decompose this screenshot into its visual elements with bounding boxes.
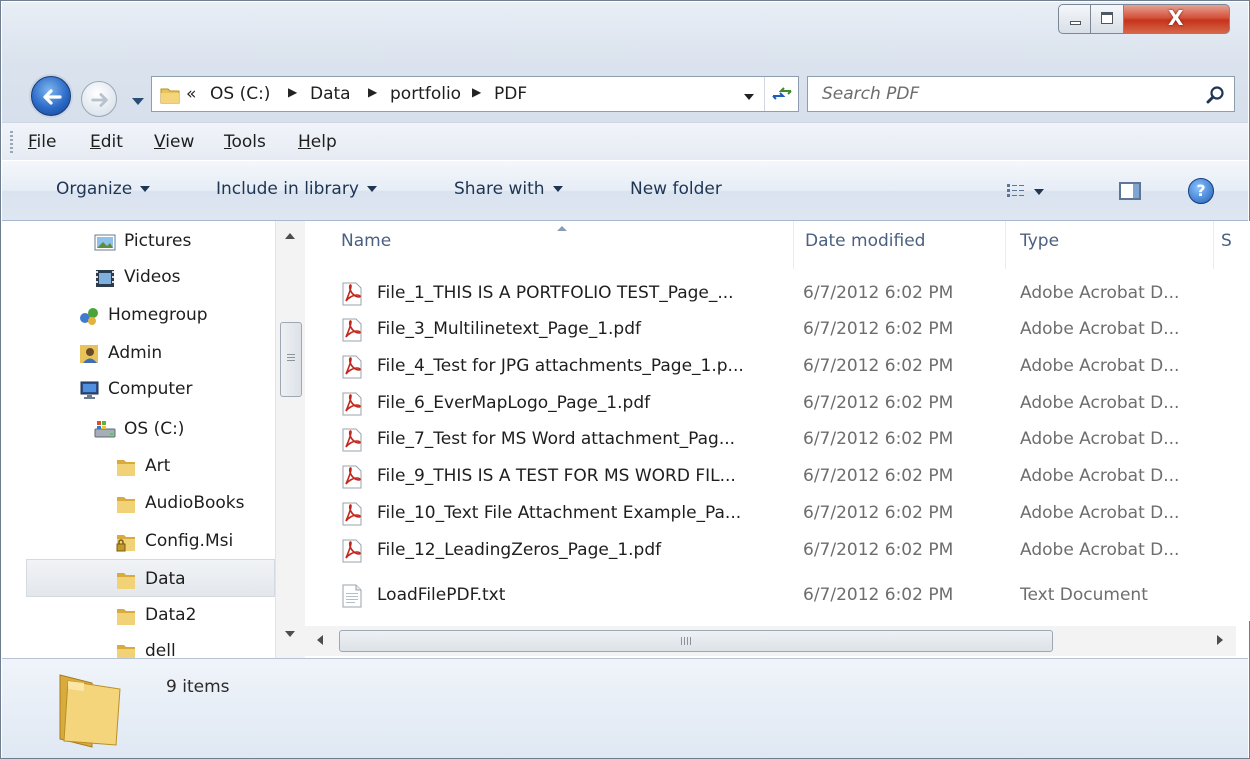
details-pane: 9 items xyxy=(2,658,1248,758)
minimize-icon xyxy=(1070,21,1081,25)
search-icon[interactable] xyxy=(1206,85,1226,105)
preview-pane-icon[interactable] xyxy=(1119,182,1141,200)
navigation-pane: Pictures Videos Homegroup Admin Computer… xyxy=(2,221,305,658)
file-row[interactable]: File_1_THIS IS A PORTFOLIO TEST_Page_...… xyxy=(305,275,1250,311)
refresh-icon xyxy=(772,87,792,100)
breadcrumb-separator-icon[interactable]: ▶ xyxy=(368,85,377,99)
drive-icon xyxy=(94,421,116,438)
pdf-icon xyxy=(342,428,362,452)
include-in-library-button[interactable]: Include in library xyxy=(216,179,377,199)
user-icon xyxy=(80,345,98,363)
pdf-icon xyxy=(342,392,362,416)
dropdown-caret-icon xyxy=(366,186,377,192)
maximize-icon xyxy=(1101,12,1113,24)
pdf-icon xyxy=(342,539,362,563)
breadcrumb-separator-icon[interactable]: ▶ xyxy=(472,85,481,99)
pdf-icon xyxy=(342,355,362,379)
scroll-right-arrow-icon[interactable] xyxy=(1217,635,1223,645)
file-row[interactable]: LoadFilePDF.txt 6/7/2012 6:02 PM Text Do… xyxy=(305,577,1250,613)
file-row[interactable]: File_10_Text File Attachment Example_Pa.… xyxy=(305,495,1250,531)
file-row[interactable]: File_12_LeadingZeros_Page_1.pdf 6/7/2012… xyxy=(305,532,1250,568)
change-view-dropdown[interactable] xyxy=(1034,189,1044,195)
back-arrow-icon xyxy=(43,89,62,105)
menu-edit[interactable]: Edit xyxy=(90,132,123,152)
share-with-button[interactable]: Share with xyxy=(454,179,563,199)
scrollbar-thumb[interactable] xyxy=(339,630,1053,652)
file-row[interactable]: File_4_Test for JPG attachments_Page_1.p… xyxy=(305,348,1250,384)
folder-icon xyxy=(117,645,135,658)
folder-icon xyxy=(117,573,135,589)
folder-icon xyxy=(160,88,180,104)
close-button[interactable]: X xyxy=(1124,4,1230,34)
close-icon: X xyxy=(1168,6,1184,30)
recent-pages-dropdown[interactable] xyxy=(132,98,144,105)
dropdown-caret-icon xyxy=(140,186,151,192)
column-header-name[interactable]: Name xyxy=(341,231,391,251)
breadcrumb-pdf[interactable]: PDF xyxy=(494,84,527,104)
item-count: 9 items xyxy=(166,677,230,697)
breadcrumb-os-c[interactable]: OS (C:) xyxy=(210,84,270,104)
folder-icon xyxy=(117,460,135,476)
scroll-down-arrow-icon[interactable] xyxy=(285,631,295,637)
menu-grip xyxy=(10,131,13,153)
back-button[interactable] xyxy=(31,76,71,116)
column-header-type[interactable]: Type xyxy=(1020,231,1059,251)
navigation-pane-scrollbar[interactable] xyxy=(275,221,305,658)
column-header-size[interactable]: S xyxy=(1221,231,1232,251)
menu-file[interactable]: File xyxy=(28,132,56,152)
computer-icon xyxy=(80,381,99,399)
breadcrumb-data[interactable]: Data xyxy=(310,84,351,104)
command-bar: Organize Include in library Share with N… xyxy=(2,160,1248,221)
breadcrumb-separator-icon[interactable]: ▶ xyxy=(288,85,297,99)
forward-button[interactable] xyxy=(81,81,117,117)
sort-ascending-icon xyxy=(557,226,567,231)
file-list: Name Date modified Type S File_1_THIS IS… xyxy=(305,221,1250,621)
videos-icon xyxy=(96,270,114,287)
folder-icon xyxy=(59,674,121,748)
locked-folder-icon xyxy=(116,535,135,552)
dropdown-caret-icon xyxy=(552,186,563,192)
pdf-icon xyxy=(342,502,362,526)
scroll-left-arrow-icon[interactable] xyxy=(317,635,323,645)
pdf-icon xyxy=(342,465,362,489)
file-row[interactable]: File_3_Multilinetext_Page_1.pdf 6/7/2012… xyxy=(305,311,1250,347)
folder-icon xyxy=(117,609,135,625)
menu-bar: File Edit View Tools Help xyxy=(2,122,1248,160)
homegroup-icon xyxy=(80,308,98,325)
menu-tools[interactable]: Tools xyxy=(224,132,266,152)
explorer-window: X « OS (C:) ▶ Data ▶ portfolio ▶ PDF Sea… xyxy=(0,0,1250,759)
pdf-icon xyxy=(342,318,362,342)
menu-help[interactable]: Help xyxy=(298,132,337,152)
file-row[interactable]: File_7_Test for MS Word attachment_Pag..… xyxy=(305,421,1250,457)
pictures-icon xyxy=(94,234,116,251)
menu-view[interactable]: View xyxy=(154,132,194,152)
refresh-button[interactable] xyxy=(764,77,798,111)
minimize-button[interactable] xyxy=(1058,4,1091,34)
change-view-icon[interactable] xyxy=(1007,183,1025,199)
scroll-up-arrow-icon[interactable] xyxy=(285,233,295,239)
column-header-date-modified[interactable]: Date modified xyxy=(805,231,925,251)
forward-arrow-icon xyxy=(91,93,108,107)
breadcrumb-overflow[interactable]: « xyxy=(186,84,196,104)
help-icon[interactable]: ? xyxy=(1188,178,1214,204)
text-file-icon xyxy=(342,584,362,608)
scrollbar-thumb[interactable] xyxy=(280,322,302,397)
file-row[interactable]: File_9_THIS IS A TEST FOR MS WORD FIL...… xyxy=(305,458,1250,494)
file-row[interactable]: File_6_EverMapLogo_Page_1.pdf 6/7/2012 6… xyxy=(305,385,1250,421)
breadcrumb-portfolio[interactable]: portfolio xyxy=(390,84,461,104)
search-box[interactable]: Search PDF xyxy=(807,76,1235,112)
maximize-button[interactable] xyxy=(1091,4,1124,34)
address-bar[interactable]: « OS (C:) ▶ Data ▶ portfolio ▶ PDF xyxy=(151,76,799,112)
new-folder-button[interactable]: New folder xyxy=(630,179,722,199)
organize-button[interactable]: Organize xyxy=(56,179,151,199)
search-input[interactable]: Search PDF xyxy=(822,84,919,104)
folder-icon xyxy=(117,497,135,513)
address-history-dropdown[interactable] xyxy=(744,94,754,100)
pdf-icon xyxy=(342,282,362,306)
file-list-horizontal-scrollbar[interactable] xyxy=(305,626,1236,656)
